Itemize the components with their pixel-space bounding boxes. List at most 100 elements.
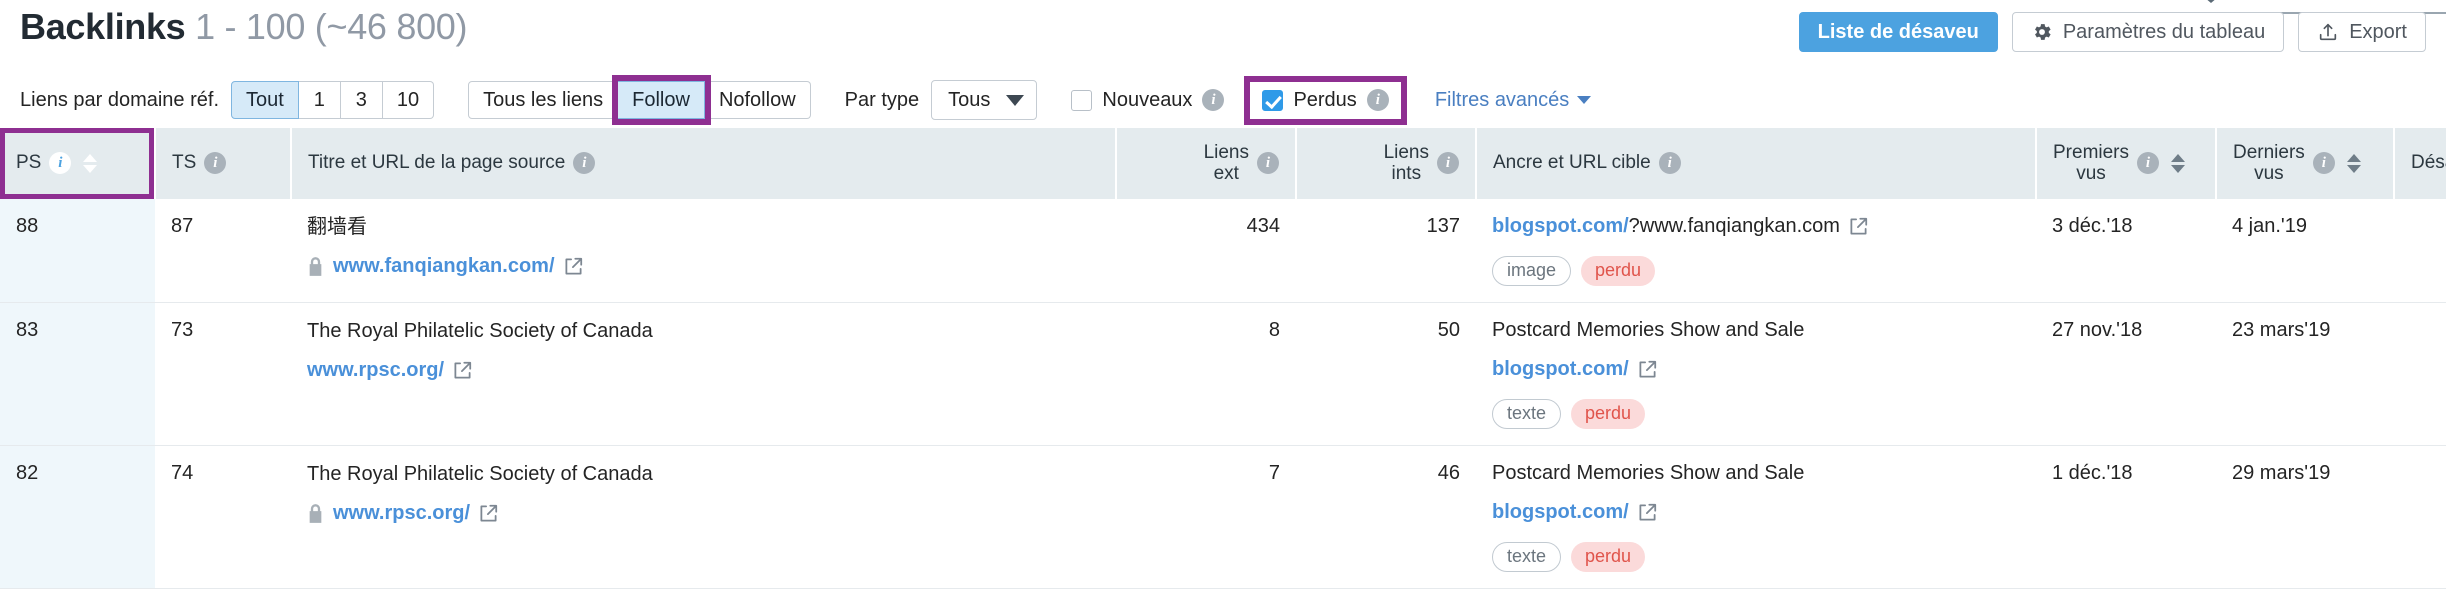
tag-link-type: texte: [1492, 541, 1562, 572]
target-url-link[interactable]: blogspot.com/: [1492, 358, 1629, 381]
column-header-source-label: Titre et URL de la page source: [308, 152, 566, 174]
info-icon[interactable]: i: [2312, 152, 2335, 175]
sort-icon[interactable]: [83, 153, 98, 173]
links-per-domain-option-tout[interactable]: Tout: [231, 81, 299, 119]
disavow-list-button[interactable]: Liste de désaveu: [1798, 12, 1998, 52]
source-url-line: www.rpsc.org/: [307, 502, 1100, 525]
column-header-anchor-label: Ancre et URL cible: [1493, 152, 1651, 174]
info-icon[interactable]: i: [204, 152, 227, 175]
column-header-links-int-label: Liens ints: [1383, 142, 1429, 185]
column-header-ts[interactable]: TS i: [155, 128, 292, 199]
caret-down-icon[interactable]: [2198, 0, 2224, 3]
cell-links-ext: 7: [1116, 445, 1296, 589]
type-filter-label: Par type: [844, 88, 920, 111]
gear-icon: [2031, 21, 2053, 43]
tag-list: texte perdu: [1492, 541, 2020, 572]
advanced-filters-toggle[interactable]: Filtres avancés: [1435, 89, 1592, 112]
tag-lost: perdu: [1571, 541, 1646, 572]
table-header-row: PS i TS i Titre et URL de la page source…: [0, 128, 2446, 199]
page-title: Backlinks 1 - 100 (~46 800): [20, 6, 468, 48]
info-icon[interactable]: i: [1366, 89, 1389, 111]
info-icon[interactable]: i: [1437, 152, 1459, 175]
external-link-icon[interactable]: [1638, 503, 1657, 522]
anchor-text: Postcard Memories Show and Sale: [1492, 461, 1805, 484]
tag-lost: perdu: [1581, 255, 1656, 286]
column-header-first-seen-label: Premiers vus: [2053, 142, 2130, 185]
cell-source: The Royal Philatelic Society of Canada w…: [291, 302, 1116, 446]
anchor-link[interactable]: blogspot.com/: [1492, 215, 1629, 237]
cell-ps: 82: [0, 445, 155, 589]
export-label: Export: [2349, 21, 2407, 43]
tag-link-type: image: [1492, 255, 1572, 286]
column-header-source[interactable]: Titre et URL de la page source i: [291, 128, 1117, 199]
lost-links-label: Perdus: [1293, 88, 1357, 111]
external-link-icon[interactable]: [1849, 217, 1868, 236]
disavow-list-label: Liste de désaveu: [1817, 21, 1979, 43]
source-url-link[interactable]: www.rpsc.org/: [307, 359, 444, 382]
export-button[interactable]: Export: [2298, 12, 2426, 52]
sort-icon[interactable]: [2346, 153, 2361, 173]
table-settings-button[interactable]: Paramètres du tableau: [2011, 12, 2285, 52]
source-url-line: www.fanqiangkan.com/: [307, 255, 1100, 278]
cell-ps: 83: [0, 302, 155, 446]
chevron-down-icon: [1006, 94, 1025, 106]
cell-anchor: Postcard Memories Show and Sale blogspot…: [1476, 302, 2036, 446]
external-link-icon[interactable]: [453, 361, 472, 380]
source-title: 翻墙看: [307, 215, 367, 238]
links-per-domain-option-3[interactable]: 3: [340, 81, 383, 119]
results-count: 1 - 100 (~46 800): [195, 6, 468, 47]
new-links-checkbox[interactable]: Nouveaux i: [1071, 89, 1225, 112]
column-header-links-int[interactable]: Liens ints i: [1296, 128, 1477, 199]
lock-icon: [307, 256, 324, 277]
lost-links-checkbox[interactable]: Perdus i: [1262, 88, 1389, 112]
column-header-anchor[interactable]: Ancre et URL cible i: [1476, 128, 2037, 199]
cell-disavow: [2394, 302, 2446, 446]
new-links-checkbox-box[interactable]: [1071, 89, 1093, 111]
source-url-link[interactable]: www.fanqiangkan.com/: [333, 255, 555, 278]
page-title-text: Backlinks: [20, 6, 186, 47]
info-icon[interactable]: i: [2137, 152, 2160, 175]
cell-first-seen: 27 nov.'18: [2036, 302, 2216, 446]
type-filter-value: Tous: [948, 88, 991, 111]
type-filter-select[interactable]: Tous: [931, 80, 1038, 120]
follow-option-all[interactable]: Tous les liens: [468, 81, 619, 119]
follow-option-nofollow[interactable]: Nofollow: [704, 81, 811, 119]
links-per-domain-option-10[interactable]: 10: [382, 81, 435, 119]
column-header-links-ext[interactable]: Liens ext i: [1116, 128, 1297, 199]
column-header-first-seen[interactable]: Premiers vus i: [2036, 128, 2217, 199]
cell-links-int: 46: [1296, 445, 1476, 589]
info-icon[interactable]: i: [573, 152, 596, 175]
source-title: The Royal Philatelic Society of Canada: [307, 319, 653, 342]
source-title: The Royal Philatelic Society of Canada: [307, 462, 653, 485]
external-link-icon[interactable]: [1638, 360, 1657, 379]
cell-anchor: blogspot.com/?www.fanqiangkan.com image …: [1476, 198, 2036, 303]
backlinks-page: Backlinks 1 - 100 (~46 800) Liste de dés…: [0, 0, 2446, 594]
source-url-link[interactable]: www.rpsc.org/: [333, 502, 470, 525]
links-per-domain-option-1[interactable]: 1: [298, 81, 341, 119]
anchor-text: Postcard Memories Show and Sale: [1492, 318, 1805, 341]
follow-type-segmented: Tous les liens Follow Nofollow: [468, 81, 811, 119]
column-header-ps[interactable]: PS i: [0, 128, 156, 199]
column-header-last-seen[interactable]: Derniers vus i: [2216, 128, 2395, 199]
target-url-link[interactable]: blogspot.com/: [1492, 501, 1629, 524]
info-icon[interactable]: i: [1658, 152, 1681, 175]
cell-last-seen: 29 mars'19: [2216, 445, 2394, 589]
target-url-line: blogspot.com/: [1492, 501, 2020, 524]
info-icon[interactable]: i: [49, 152, 72, 175]
backlinks-table: PS i TS i Titre et URL de la page source…: [0, 128, 2446, 589]
follow-option-follow[interactable]: Follow: [618, 81, 705, 119]
column-header-disavow-label: Désavouer: [2411, 152, 2446, 174]
column-header-ps-label: PS: [16, 152, 42, 174]
lost-links-checkbox-box[interactable]: [1262, 89, 1284, 111]
anchor-text: blogspot.com/?www.fanqiangkan.com: [1492, 215, 1840, 238]
table-settings-label: Paramètres du tableau: [2062, 21, 2266, 43]
chevron-down-icon: [1577, 96, 1592, 104]
cell-first-seen: 3 déc.'18: [2036, 198, 2216, 303]
info-icon[interactable]: i: [1257, 152, 1279, 175]
external-link-icon[interactable]: [479, 504, 498, 523]
info-icon[interactable]: i: [1202, 89, 1225, 111]
lost-links-highlight: Perdus i: [1250, 81, 1401, 119]
tag-link-type: texte: [1492, 398, 1562, 429]
sort-icon[interactable]: [2171, 153, 2186, 173]
external-link-icon[interactable]: [564, 257, 583, 276]
